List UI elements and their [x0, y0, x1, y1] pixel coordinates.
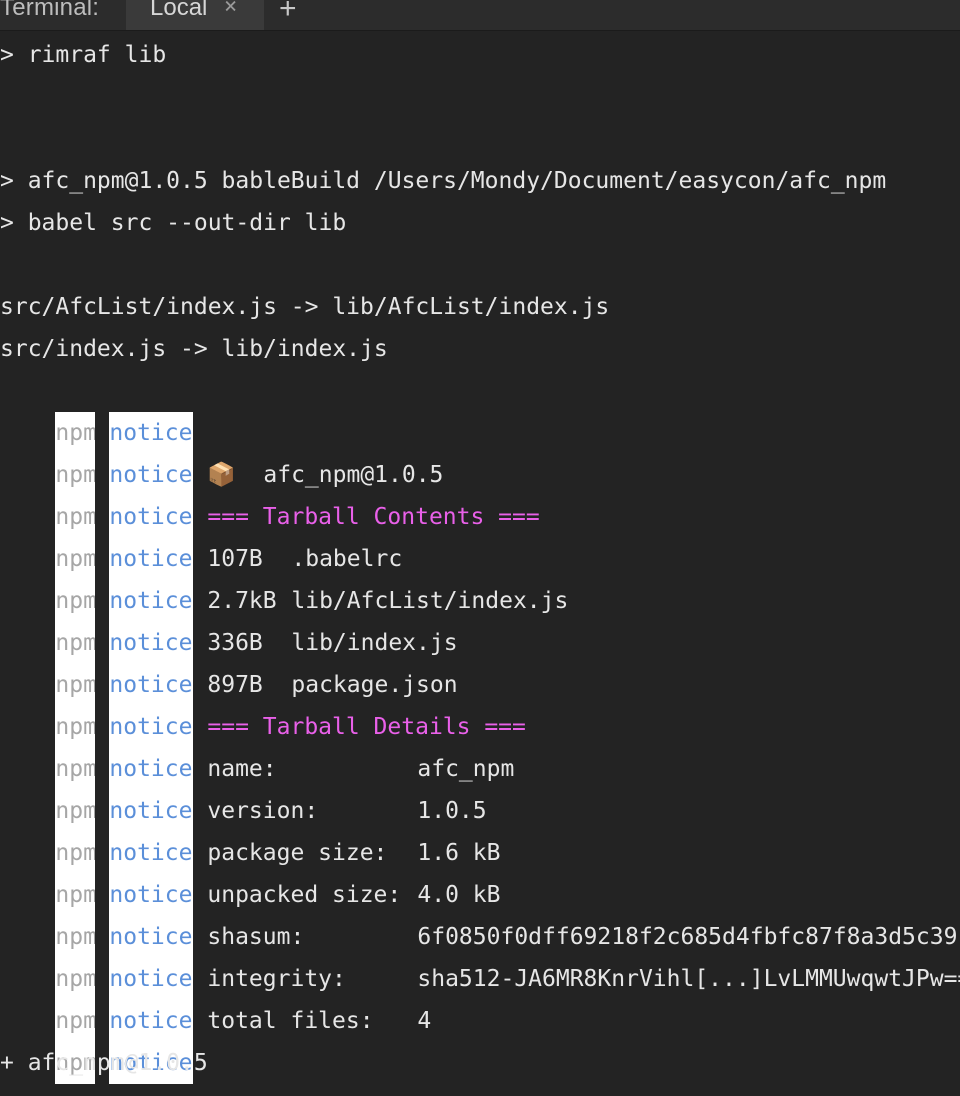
- npm-notice-line: npm notice === Tarball Contents ===: [0, 454, 540, 538]
- npm-notice-line: npm notice 107B .babelrc: [0, 496, 402, 580]
- output-line: > afc_npm@1.0.5 bableBuild /Users/Mondy/…: [0, 168, 887, 194]
- npm-notice-line: npm notice name: afc_npm: [0, 706, 514, 790]
- npm-notice-line: npm notice: [0, 1000, 194, 1084]
- npm-notice-line: npm notice integrity: sha512-JA6MR8KnrVihl[…: [0, 916, 960, 1000]
- npm-notice-line: npm notice shasum: 6f0850f0dff69218f2c685d4…: [0, 874, 960, 958]
- npm-notice-line: npm notice 336B lib/index.js: [0, 580, 458, 664]
- detail-value: sha512-JA6MR8KnrVihl[...]LvLMMUwqwtJPw==: [417, 966, 960, 992]
- npm-notice-line: npm notice === Tarball Details ===: [0, 664, 526, 748]
- output-line: > rimraf lib: [0, 42, 167, 68]
- tab-local[interactable]: Local ×: [126, 0, 264, 30]
- output-line: src/index.js -> lib/index.js: [0, 336, 388, 362]
- detail-key: total files:: [207, 1008, 374, 1034]
- tab-local-label: Local: [150, 0, 208, 21]
- terminal-tabbar: Terminal: Local × +: [0, 0, 960, 31]
- npm-notice-line: npm notice total files: 4: [0, 958, 431, 1042]
- npm-notice-line: npm notice 897B package.json: [0, 622, 458, 706]
- npm-notice-line: npm notice unpacked size: 4.0 kB: [0, 832, 500, 916]
- close-icon[interactable]: ×: [224, 0, 237, 19]
- npm-notice-line: npm notice version: 1.0.5: [0, 748, 487, 832]
- terminal-output[interactable]: > rimraf lib > afc_npm@1.0.5 bableBuild …: [0, 30, 960, 1096]
- npm-notice-line: npm notice: [0, 370, 194, 454]
- output-line: src/AfcList/index.js -> lib/AfcList/inde…: [0, 294, 610, 320]
- npm-notice-line: npm notice 📦 afc_npm@1.0.5: [0, 412, 443, 496]
- add-tab-button[interactable]: +: [279, 0, 309, 25]
- npm-notice-line: npm notice 2.7kB lib/AfcList/index.js: [0, 538, 568, 622]
- terminal-title: Terminal:: [0, 0, 100, 21]
- npm-notice-line: npm notice package size: 1.6 kB: [0, 790, 500, 874]
- output-line: + afc_npm@1.0.5: [0, 1050, 208, 1076]
- output-line: > babel src --out-dir lib: [0, 210, 347, 236]
- detail-value: 4: [417, 1008, 432, 1034]
